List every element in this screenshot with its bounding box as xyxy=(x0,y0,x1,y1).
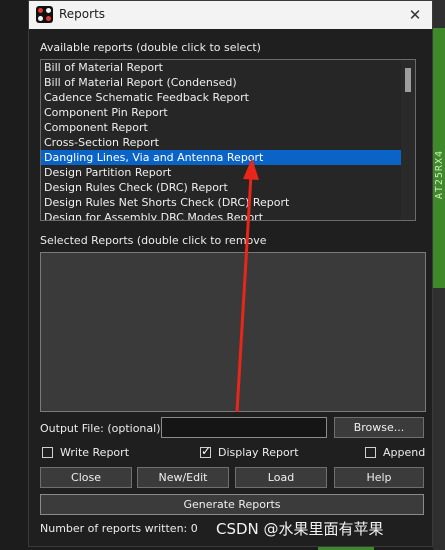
arrow-head xyxy=(243,158,259,180)
watermark: CSDN @水果里面有苹果 xyxy=(216,520,384,538)
arrow-shaft xyxy=(235,174,253,413)
annotation-arrow xyxy=(235,158,259,413)
